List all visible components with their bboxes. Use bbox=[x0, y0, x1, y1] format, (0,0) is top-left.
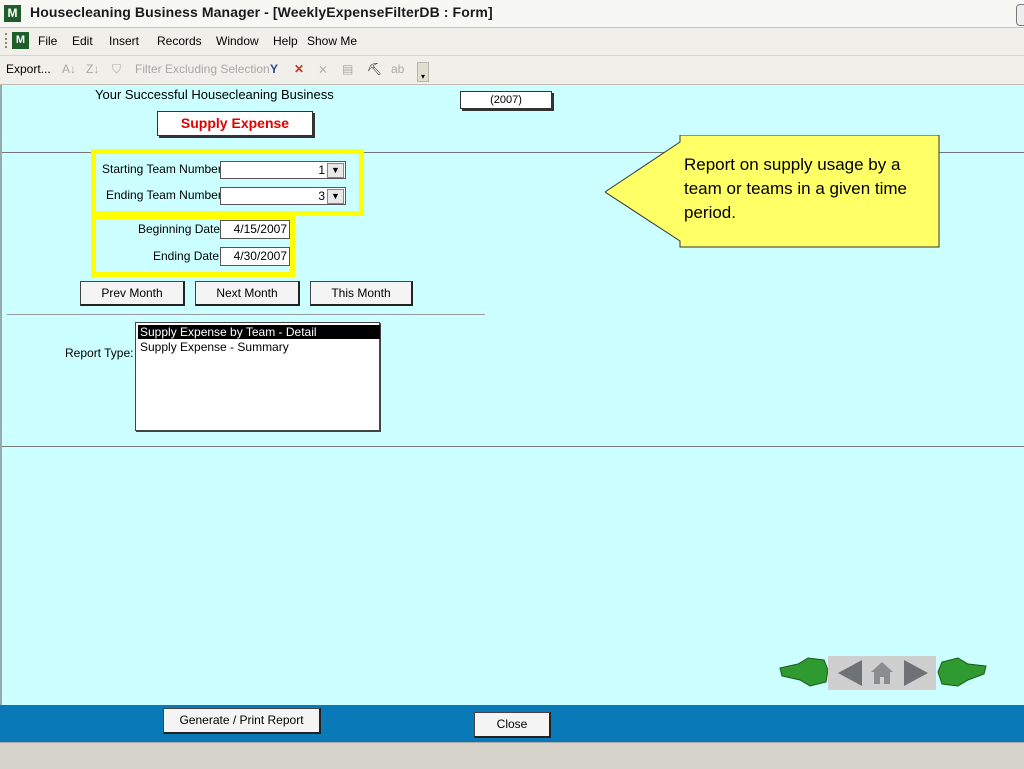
ending-date-label: Ending Date bbox=[153, 249, 220, 263]
new-record-icon[interactable]: ▤ bbox=[342, 62, 353, 76]
form-title: Supply Expense bbox=[157, 111, 313, 136]
toolbar-options-chevron-icon[interactable]: ▾ bbox=[417, 62, 429, 82]
team-number-highlight bbox=[91, 149, 364, 216]
business-header-title: Your Successful Housecleaning Business bbox=[95, 87, 334, 102]
menu-window[interactable]: Window bbox=[216, 34, 259, 48]
menu-help[interactable]: Help bbox=[273, 34, 298, 48]
window-control-button[interactable] bbox=[1016, 4, 1024, 26]
document-icon[interactable]: M bbox=[12, 32, 29, 49]
beginning-date-field[interactable]: 4/15/2007 bbox=[220, 220, 290, 239]
menu-edit[interactable]: Edit bbox=[72, 34, 93, 48]
sort-ascending-icon[interactable]: A↓ bbox=[62, 62, 76, 76]
report-type-option-detail[interactable]: Supply Expense by Team - Detail bbox=[138, 325, 380, 339]
ending-team-value: 3 bbox=[318, 189, 325, 203]
ending-team-combo[interactable]: 3 ▼ bbox=[220, 187, 346, 205]
this-month-button[interactable]: This Month bbox=[310, 281, 413, 306]
sort-descending-icon[interactable]: Z↓ bbox=[86, 62, 99, 76]
beginning-date-label: Beginning Date bbox=[138, 222, 221, 236]
starting-team-label: Starting Team Number bbox=[102, 162, 222, 176]
close-button[interactable]: Close bbox=[474, 712, 551, 738]
filter-excluding-selection-button[interactable]: Filter Excluding Selection bbox=[135, 62, 270, 76]
menu-file[interactable]: File bbox=[38, 34, 57, 48]
menu-insert[interactable]: Insert bbox=[109, 34, 139, 48]
app-icon[interactable]: M bbox=[4, 5, 21, 22]
window-title: Housecleaning Business Manager - [Weekly… bbox=[30, 4, 493, 20]
left-hand-icon[interactable] bbox=[779, 657, 829, 687]
status-bar bbox=[0, 742, 1024, 769]
menu-grip-handle[interactable] bbox=[5, 33, 10, 48]
ending-date-field[interactable]: 4/30/2007 bbox=[220, 247, 290, 266]
report-type-label: Report Type: bbox=[65, 346, 134, 360]
starting-team-combo[interactable]: 1 ▼ bbox=[220, 161, 346, 179]
replace-icon[interactable]: ab bbox=[391, 62, 404, 76]
chevron-down-icon[interactable]: ▼ bbox=[327, 163, 344, 178]
starting-team-value: 1 bbox=[318, 163, 325, 177]
prev-month-button[interactable]: Prev Month bbox=[80, 281, 185, 306]
body-divider bbox=[2, 446, 1024, 447]
callout-text: Report on supply usage by a team or team… bbox=[684, 155, 907, 222]
title-bar: M Housecleaning Business Manager - [Week… bbox=[0, 0, 1024, 28]
year-badge: (2007) bbox=[460, 91, 552, 109]
ending-team-label: Ending Team Number bbox=[106, 188, 222, 202]
menu-show-me[interactable]: Show Me bbox=[307, 34, 357, 48]
filter-by-form-icon[interactable]: Y bbox=[270, 62, 278, 76]
report-type-option-summary[interactable]: Supply Expense - Summary bbox=[138, 340, 380, 354]
remove-filter-icon[interactable]: ✕ bbox=[294, 62, 304, 76]
toolbar: Export... A↓ Z↓ ⛉ Filter Excluding Selec… bbox=[0, 56, 1024, 85]
delete-record-icon[interactable]: ⨯ bbox=[318, 62, 328, 76]
right-hand-icon[interactable] bbox=[937, 657, 987, 687]
form-footer: Generate / Print Report Close bbox=[0, 705, 1024, 742]
menu-bar: M File Edit Insert Records Window Help S… bbox=[0, 28, 1024, 56]
report-type-listbox[interactable]: Supply Expense by Team - Detail Supply E… bbox=[135, 322, 380, 431]
export-button[interactable]: Export... bbox=[6, 62, 51, 76]
menu-records[interactable]: Records bbox=[157, 34, 202, 48]
chevron-down-icon[interactable]: ▼ bbox=[327, 189, 344, 204]
filter-by-selection-icon[interactable]: ⛉ bbox=[112, 62, 121, 77]
section-divider bbox=[7, 314, 485, 315]
find-icon[interactable]: ⛏ bbox=[367, 62, 382, 76]
generate-print-report-button[interactable]: Generate / Print Report bbox=[163, 708, 321, 734]
next-month-button[interactable]: Next Month bbox=[195, 281, 300, 306]
slide-navigation-widget bbox=[779, 656, 987, 690]
